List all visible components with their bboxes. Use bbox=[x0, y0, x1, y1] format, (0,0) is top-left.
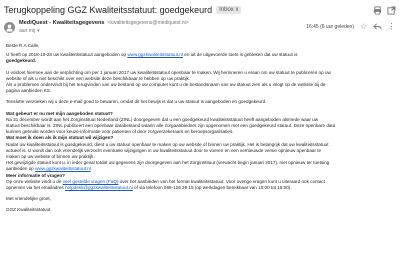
reply-icon[interactable] bbox=[373, 22, 382, 31]
subject-bar: Terugkoppeling GGZ Kwaliteitsstatuut: go… bbox=[0, 0, 400, 20]
popout-icon[interactable] bbox=[387, 5, 396, 15]
website-link[interactable]: www.ggzkwaliteitsstatuut.nl bbox=[127, 52, 183, 57]
email-subject: Terugkoppeling GGZ Kwaliteitsstatuut: go… bbox=[4, 5, 213, 15]
email-body: Beste R.A Calle, U heeft op 2018-10-28 u… bbox=[6, 43, 392, 257]
signature: GGZ Kwaliteitsstatuut bbox=[6, 207, 51, 213]
inbox-label-badge[interactable]: Inbox x bbox=[216, 6, 242, 14]
recipient-text: aan mij bbox=[19, 28, 36, 34]
recipient-line[interactable]: aan mij ▾ bbox=[19, 28, 189, 34]
message-date: 16:45 (6 uur geleden) bbox=[306, 23, 354, 30]
sender-email: <kwaliteitsgegevens@mediquest.nl> bbox=[107, 20, 189, 26]
more-icon[interactable]: ⋮ bbox=[387, 22, 396, 31]
avatar bbox=[4, 22, 15, 33]
faq-link[interactable]: veel gestelde vragen (FaQ) bbox=[63, 179, 119, 184]
website-link-2[interactable]: www.ggzkwaliteitsstatuut.nl bbox=[35, 166, 91, 171]
chevron-down-icon[interactable]: ▾ bbox=[37, 28, 40, 34]
sender-block: MediQuest - Kwaliteitsgegevens <kwalitei… bbox=[19, 20, 189, 34]
sender-name[interactable]: MediQuest - Kwaliteitsgegevens bbox=[19, 20, 104, 26]
message-header: MediQuest - Kwaliteitsgegevens <kwalitei… bbox=[0, 20, 400, 42]
subject-actions bbox=[373, 5, 396, 15]
helpdesk-email-link[interactable]: helpdesk@ggzkwaliteitsstatuut.nl bbox=[65, 185, 133, 190]
print-icon[interactable] bbox=[373, 5, 382, 15]
message-meta: 16:45 (6 uur geleden) ☆ ⋮ bbox=[306, 22, 396, 31]
star-icon[interactable]: ☆ bbox=[359, 22, 368, 31]
